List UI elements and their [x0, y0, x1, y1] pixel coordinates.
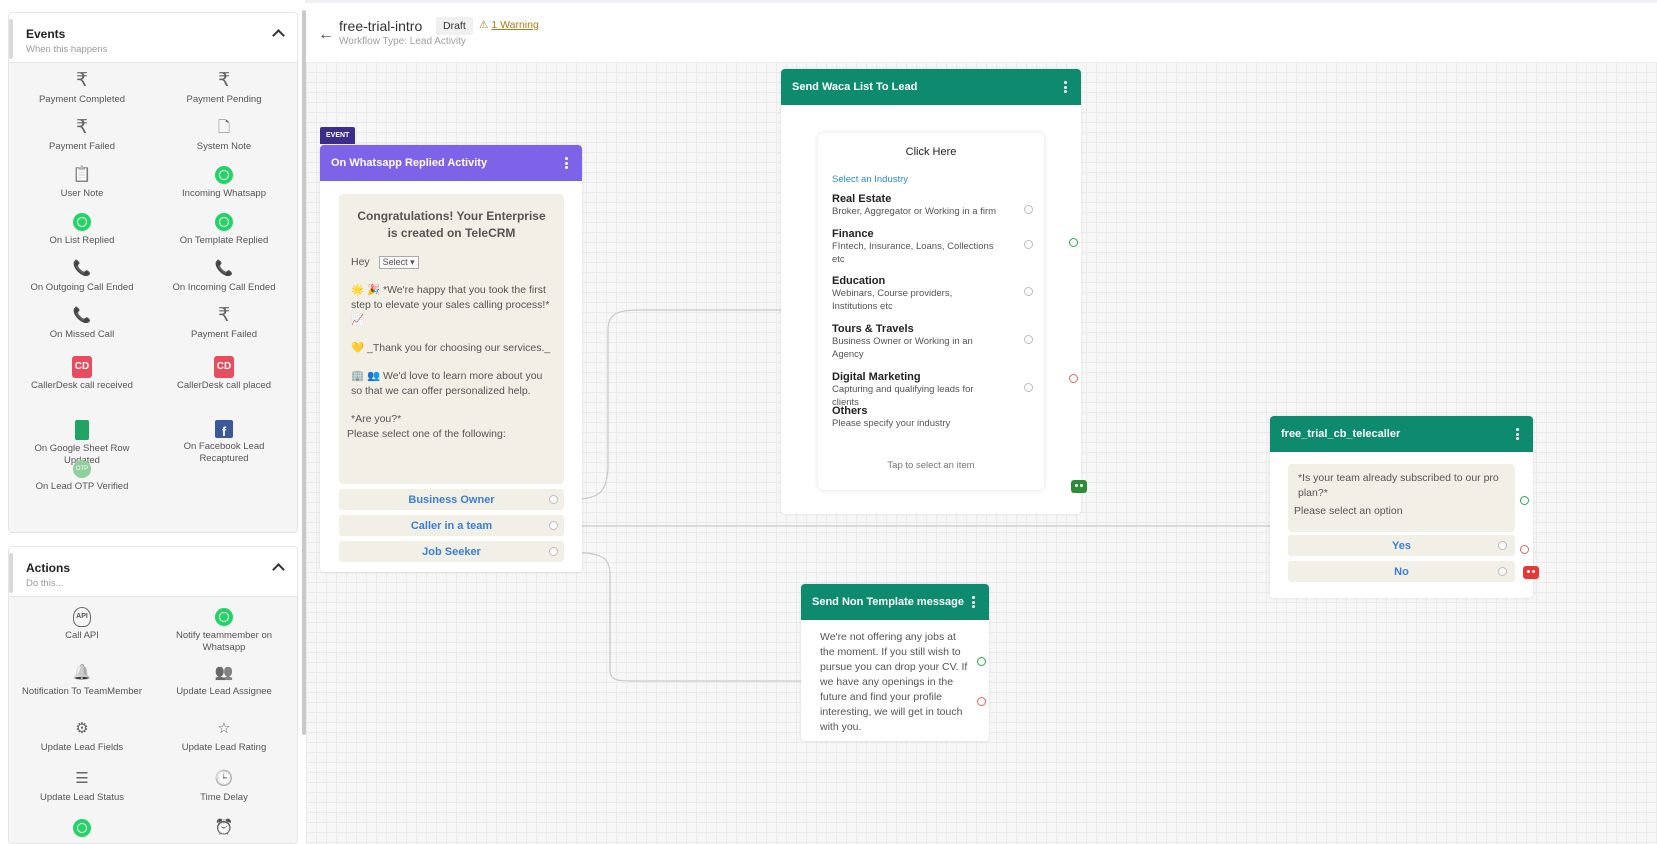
- radio-button[interactable]: [1024, 287, 1033, 296]
- list-row[interactable]: Finance FIntech, Insurance, Loans, Collec…: [832, 228, 1033, 266]
- success-port[interactable]: [977, 657, 986, 666]
- option-yes[interactable]: Yes: [1288, 535, 1515, 556]
- output-port[interactable]: [549, 521, 558, 530]
- event-message-bubble: Congratulations! Your Enterprise is crea…: [339, 194, 564, 484]
- telecaller-header[interactable]: free_trial_cb_telecaller: [1270, 416, 1533, 452]
- bot-icon: [1523, 566, 1539, 579]
- waca-node-title: Send Waca List To Lead: [792, 81, 918, 93]
- output-port[interactable]: [1498, 541, 1507, 550]
- list-row-description: Broker, Aggregator or Working in a firm: [832, 206, 997, 217]
- message-line-3: 🏢 👥 We'd love to learn more about you so…: [351, 370, 543, 397]
- output-port[interactable]: [549, 547, 558, 556]
- list-row[interactable]: Education Webinars, Course providers, Ins…: [832, 275, 1033, 313]
- list-card-title: Click Here: [905, 146, 957, 158]
- list-row-title: Others: [832, 405, 868, 417]
- more-vertical-icon[interactable]: [1516, 428, 1519, 440]
- event-node-header[interactable]: On Whatsapp Replied Activity: [320, 145, 582, 181]
- failure-port[interactable]: [1069, 374, 1078, 383]
- variable-select[interactable]: Select ▾: [378, 256, 419, 269]
- bot-icon: [1071, 480, 1087, 493]
- list-row[interactable]: Digital Marketing Capturing and qualifyin…: [832, 371, 1033, 409]
- list-row-description: Please specify your industry: [832, 418, 951, 429]
- telecaller-prompt: Please select an option: [1294, 505, 1403, 517]
- non-template-node[interactable]: Send Non Template message We're not offe…: [801, 584, 989, 741]
- more-vertical-icon[interactable]: [565, 157, 568, 169]
- list-row[interactable]: Others Please specify your industry: [832, 405, 1032, 430]
- variable-select-label: Select: [382, 257, 408, 267]
- list-row-title: Real Estate: [832, 193, 892, 205]
- radio-button[interactable]: [1024, 205, 1033, 214]
- output-port[interactable]: [1498, 567, 1507, 576]
- list-section-title: Select an Industry: [832, 174, 909, 185]
- telecaller-question: *Is your team already subscribed to our …: [1298, 472, 1499, 499]
- option-no[interactable]: No: [1288, 561, 1515, 582]
- waca-node-header[interactable]: Send Waca List To Lead: [781, 69, 1081, 105]
- option-caller-in-team[interactable]: Caller in a team: [339, 515, 564, 536]
- output-port[interactable]: [549, 495, 558, 504]
- success-port[interactable]: [1069, 238, 1078, 247]
- radio-button[interactable]: [1024, 240, 1033, 249]
- event-node-title: On Whatsapp Replied Activity: [331, 157, 488, 169]
- radio-button[interactable]: [1024, 335, 1033, 344]
- message-line-2: 💛 _Thank you for choosing our services._: [351, 342, 551, 354]
- telecaller-title: free_trial_cb_telecaller: [1281, 428, 1401, 440]
- greeting: Hey: [351, 256, 370, 268]
- failure-port[interactable]: [977, 697, 986, 706]
- telecaller-node[interactable]: free_trial_cb_telecaller *Is your team a…: [1270, 416, 1539, 598]
- list-row[interactable]: Real Estate Broker, Aggregator or Working…: [832, 193, 1033, 218]
- event-node[interactable]: On Whatsapp Replied Activity Congratulat…: [320, 145, 582, 572]
- option-job-seeker[interactable]: Job Seeker: [339, 541, 564, 562]
- list-row-title: Finance: [832, 228, 874, 240]
- list-row-description: Webinars, Course providers, Institutions…: [832, 288, 953, 312]
- telecaller-bubble: *Is your team already subscribed to our …: [1288, 464, 1515, 532]
- message-heading: Congratulations! Your Enterprise is crea…: [357, 209, 546, 240]
- more-vertical-icon[interactable]: [1064, 81, 1067, 93]
- success-port[interactable]: [1520, 496, 1529, 505]
- option-business-owner[interactable]: Business Owner: [339, 489, 564, 510]
- waca-list-card: Click Here Select an Industry Real Estat…: [818, 133, 1044, 490]
- wire-business-owner: [557, 309, 785, 501]
- list-row-title: Tours & Travels: [832, 323, 914, 335]
- wire-job-seeker: [557, 551, 806, 682]
- non-template-body: We're not offering any jobs at the momen…: [820, 631, 968, 733]
- non-template-header[interactable]: Send Non Template message: [801, 584, 989, 620]
- list-row[interactable]: Tours & Travels Business Owner or Working…: [832, 323, 1033, 361]
- radio-button[interactable]: [1024, 383, 1033, 392]
- list-row-title: Digital Marketing: [832, 371, 921, 383]
- list-row-title: Education: [832, 275, 886, 287]
- list-footer: Tap to select an item: [887, 460, 975, 471]
- list-row-description: Business Owner or Working in an Agency: [832, 336, 973, 360]
- more-vertical-icon[interactable]: [972, 596, 975, 608]
- non-template-title: Send Non Template message: [812, 596, 965, 608]
- event-tag: EVENT: [320, 127, 356, 144]
- message-line-4: *Are you?*: [351, 413, 402, 425]
- message-line-1: 🌟 🎉 *We're happy that you took the first…: [351, 284, 550, 326]
- list-row-description: FIntech, Insurance, Loans, Collections e…: [832, 241, 994, 265]
- failure-port[interactable]: [1520, 545, 1529, 554]
- message-prompt: Please select one of the following:: [347, 428, 506, 440]
